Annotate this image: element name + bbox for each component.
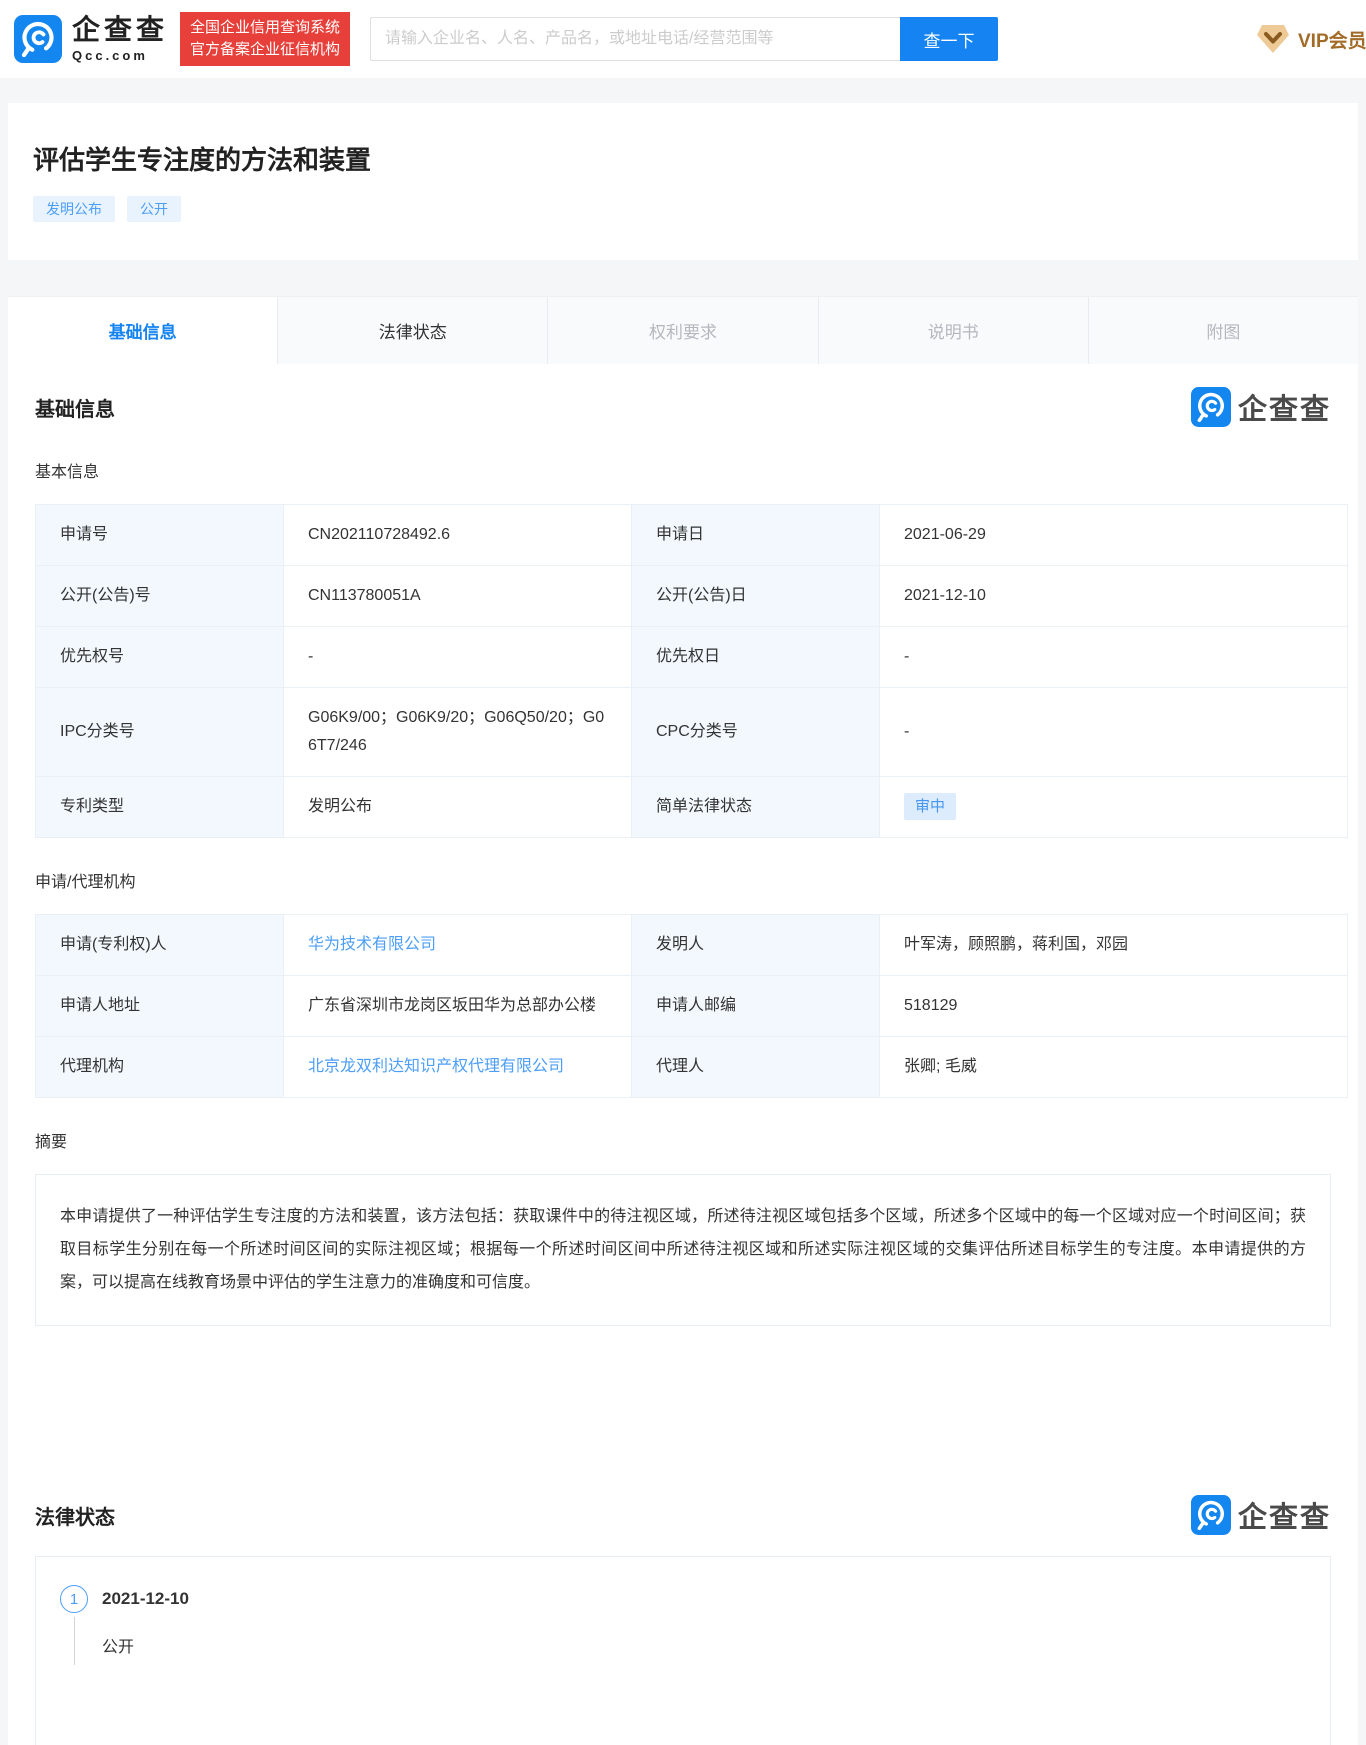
qcc-watermark: 企查查 — [1190, 386, 1331, 428]
tab-legal-status[interactable]: 法律状态 — [278, 297, 549, 364]
field-label: 公开(公告)日 — [631, 565, 880, 627]
field-label: 公开(公告)号 — [35, 565, 284, 627]
field-value-publication-number: CN113780051A — [283, 565, 632, 627]
tab-claims[interactable]: 权利要求 — [548, 297, 819, 364]
qcc-watermark: 企查查 — [1190, 1494, 1331, 1536]
qcc-watermark-text: 企查查 — [1237, 1502, 1331, 1535]
field-value-publication-date: 2021-12-10 — [879, 565, 1348, 627]
tab-figures[interactable]: 附图 — [1089, 297, 1358, 364]
field-label: CPC分类号 — [631, 687, 880, 777]
tag-public: 公开 — [127, 196, 181, 222]
site-header: 企查查 Qcc.com 全国企业信用查询系统 官方备案企业征信机构 查一下 VI… — [0, 0, 1366, 78]
field-label: 发明人 — [631, 914, 880, 976]
table-row: 优先权号 - 优先权日 - — [35, 626, 1348, 688]
field-label: IPC分类号 — [35, 687, 284, 777]
page-gap — [0, 260, 1366, 296]
field-label: 申请日 — [631, 504, 880, 566]
field-label: 申请人地址 — [35, 975, 284, 1037]
field-value-legal-status: 审中 — [879, 776, 1348, 838]
field-label: 优先权号 — [35, 626, 284, 688]
page-gap — [0, 78, 1366, 103]
abstract-box: 本申请提供了一种评估学生专注度的方法和装置，该方法包括：获取课件中的待注视区域，… — [35, 1174, 1331, 1327]
field-value-applicant: 华为技术有限公司 — [283, 914, 632, 976]
field-label: 申请人邮编 — [631, 975, 880, 1037]
detail-tabs: 基础信息 法律状态 权利要求 说明书 附图 — [8, 296, 1358, 364]
qcc-watermark-icon — [1190, 1495, 1231, 1536]
credit-badge-line1: 全国企业信用查询系统 — [190, 19, 341, 37]
field-value-priority-date: - — [879, 626, 1348, 688]
vip-diamond-icon — [1257, 25, 1289, 53]
abstract-text: 本申请提供了一种评估学生专注度的方法和装置，该方法包括：获取课件中的待注视区域，… — [60, 1208, 1306, 1291]
field-label: 简单法律状态 — [631, 776, 880, 838]
field-label: 专利类型 — [35, 776, 284, 838]
logo-text-cn: 企查查 — [72, 13, 169, 45]
field-value-cpc-class: - — [879, 687, 1348, 777]
logo-text-en: Qcc.com — [72, 47, 148, 63]
basic-info-heading: 基础信息 — [35, 398, 115, 421]
table-row: 申请号 CN202110728492.6 申请日 2021-06-29 — [35, 504, 1348, 566]
legal-status-heading: 法律状态 — [35, 1506, 115, 1529]
tag-invention-publication: 发明公布 — [33, 196, 115, 222]
status-badge: 审中 — [904, 793, 957, 820]
vip-label: VIP会员 — [1298, 30, 1366, 52]
field-value-application-date: 2021-06-29 — [879, 504, 1348, 566]
tab-basic-info[interactable]: 基础信息 — [8, 297, 279, 364]
field-label: 代理机构 — [35, 1036, 284, 1098]
timeline-status: 公开 — [102, 1639, 135, 1657]
patent-tags: 发明公布 公开 — [33, 196, 1333, 222]
field-label: 代理人 — [631, 1036, 880, 1098]
field-label: 申请号 — [35, 504, 284, 566]
credit-badge-line2: 官方备案企业征信机构 — [190, 41, 341, 58]
field-value-ipc-class: G06K9/00；G06K9/20；G06Q50/20；G06T7/246 — [283, 687, 632, 777]
field-value-agency: 北京龙双利达知识产权代理有限公司 — [283, 1036, 632, 1098]
qcc-logo-icon — [14, 15, 62, 63]
timeline-item-head: 1 2021-12-10 — [60, 1585, 1306, 1614]
field-value-agents: 张卿; 毛威 — [879, 1036, 1348, 1098]
field-value-patent-type: 发明公布 — [283, 776, 632, 838]
search-input[interactable] — [370, 17, 901, 61]
legal-status-box: 1 2021-12-10 公开 — [35, 1556, 1331, 1745]
basic-info-subheading: 基本信息 — [35, 464, 100, 481]
timeline-connector — [74, 1617, 75, 1666]
applicant-link[interactable]: 华为技术有限公司 — [308, 936, 436, 953]
patent-title-card: 评估学生专注度的方法和装置 发明公布 公开 — [8, 103, 1358, 260]
field-value-priority-number: - — [283, 626, 632, 688]
vip-link[interactable]: VIP会员 — [1256, 24, 1366, 54]
qcc-logo-wordmark: 企查查 Qcc.com — [72, 13, 169, 63]
timeline-date: 2021-12-10 — [102, 1589, 189, 1609]
legal-status-section-head: 法律状态 企查查 — [35, 1494, 1331, 1536]
table-row: 专利类型 发明公布 简单法律状态 审中 — [35, 776, 1348, 838]
field-value-application-number: CN202110728492.6 — [283, 504, 632, 566]
basic-info-section-head: 基础信息 企查查 — [35, 386, 1331, 428]
patent-title: 评估学生专注度的方法和装置 — [33, 145, 372, 175]
qcc-watermark-icon — [1190, 387, 1231, 427]
qcc-logo[interactable]: 企查查 Qcc.com — [14, 15, 168, 63]
qcc-watermark-text: 企查查 — [1237, 394, 1331, 426]
search-bar: 查一下 — [370, 17, 999, 61]
tab-description[interactable]: 说明书 — [819, 297, 1089, 364]
field-value-postcode: 518129 — [879, 975, 1348, 1037]
basic-info-table: 申请号 CN202110728492.6 申请日 2021-06-29 公开(公… — [35, 504, 1348, 838]
credit-system-badge: 全国企业信用查询系统 官方备案企业征信机构 — [180, 12, 351, 66]
table-row: 代理机构 北京龙双利达知识产权代理有限公司 代理人 张卿; 毛威 — [35, 1036, 1348, 1098]
field-label: 优先权日 — [631, 626, 880, 688]
field-label: 申请(专利权)人 — [35, 914, 284, 976]
timeline-item: 1 2021-12-10 公开 — [60, 1585, 1306, 1666]
timeline-item-body: 公开 — [74, 1613, 1306, 1666]
table-row: 公开(公告)号 CN113780051A 公开(公告)日 2021-12-10 — [35, 565, 1348, 627]
agency-link[interactable]: 北京龙双利达知识产权代理有限公司 — [308, 1058, 564, 1075]
search-button[interactable]: 查一下 — [900, 17, 999, 61]
main-content: 基础信息 企查查 基本信息 申请号 CN202110728492.6 申请日 2… — [8, 364, 1358, 1745]
abstract-subheading: 摘要 — [35, 1134, 68, 1151]
timeline-index-badge: 1 — [60, 1585, 88, 1614]
table-row: 申请人地址 广东省深圳市龙岗区坂田华为总部办公楼 申请人邮编 518129 — [35, 975, 1348, 1037]
table-row: 申请(专利权)人 华为技术有限公司 发明人 叶军涛，顾照鹏，蒋利国，邓园 — [35, 914, 1348, 976]
agency-subheading: 申请/代理机构 — [35, 874, 136, 891]
table-row: IPC分类号 G06K9/00；G06K9/20；G06Q50/20；G06T7… — [35, 687, 1348, 777]
agency-table: 申请(专利权)人 华为技术有限公司 发明人 叶军涛，顾照鹏，蒋利国，邓园 申请人… — [35, 914, 1348, 1098]
field-value-applicant-address: 广东省深圳市龙岗区坂田华为总部办公楼 — [283, 975, 632, 1037]
field-value-inventors: 叶军涛，顾照鹏，蒋利国，邓园 — [879, 914, 1348, 976]
